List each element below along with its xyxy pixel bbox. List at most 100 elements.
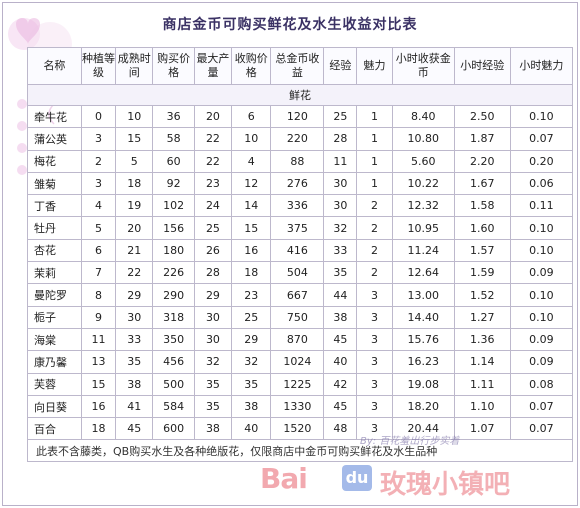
table-cell: 11 [323, 149, 358, 173]
table-cell: 504 [270, 261, 325, 285]
table-cell: 35 [193, 394, 233, 419]
table-cell: 0.07 [509, 127, 574, 151]
table-cell: 40 [231, 417, 272, 441]
section-row: 鲜花 [27, 84, 573, 106]
table-cell: 15 [80, 372, 117, 396]
table-cell: 12.32 [391, 194, 455, 218]
footnote: 此表不含藤类，QB购买水生及各种绝版花，仅限商店中金币可购买鲜花及水生品种 [27, 439, 573, 463]
table-cell: 0.09 [509, 327, 574, 352]
table-cell: 0.10 [509, 305, 574, 329]
table-cell: 11.24 [391, 238, 455, 263]
header-row: 名称 种植等级 成熟时间 购买价格 最大产量 收购价格 总金币收益 经验 魅力 小时收获金币 小时经… [27, 47, 574, 85]
table-cell: 45 [323, 394, 358, 419]
table-cell: 25 [193, 216, 233, 240]
table-cell: 35 [231, 372, 272, 396]
table-cell: 45 [115, 417, 154, 441]
table-cell: 156 [152, 216, 195, 240]
table-cell: 1 [356, 127, 393, 151]
table-cell: 1.57 [453, 238, 511, 263]
table-cell: 44 [323, 283, 358, 307]
table-row: 茉莉 7 22 226 28 18 504 35 2 12.64 1.59 0.09 [27, 261, 574, 285]
table-cell: 0.10 [509, 283, 574, 307]
table-cell: 35 [193, 372, 233, 396]
table-cell: 1.52 [453, 283, 511, 307]
table-cell: 5.60 [391, 149, 455, 173]
table-cell: 16 [80, 394, 117, 419]
table-cell: 1.59 [453, 261, 511, 285]
table-cell: 18 [115, 171, 154, 196]
table-cell: 20 [193, 104, 233, 129]
table-row: 牵牛花 0 10 36 20 6 120 25 1 8.40 2.50 0.10 [27, 104, 574, 129]
table-cell: 60 [152, 149, 195, 173]
table-cell: 30 [323, 171, 358, 196]
table-cell: 226 [152, 261, 195, 285]
table-cell: 29 [193, 283, 233, 307]
column-header: 经验 [323, 47, 358, 85]
table-cell: 1225 [270, 372, 325, 396]
table-cell: 3 [356, 350, 393, 374]
column-header: 名称 [27, 47, 82, 85]
table-cell: 290 [152, 283, 195, 307]
table-cell: 600 [152, 417, 195, 441]
table-row: 百合 18 45 600 38 40 1520 48 3 20.44 1.07 0.07 [27, 417, 574, 441]
table-cell: 500 [152, 372, 195, 396]
flower-name-cell: 栀子 [27, 305, 82, 329]
table-cell: 11 [80, 327, 117, 352]
table-cell: 5 [115, 149, 154, 173]
table-cell: 32 [231, 350, 272, 374]
table-cell: 6 [80, 238, 117, 263]
flower-name-cell: 茉莉 [27, 261, 82, 285]
table-cell: 10.80 [391, 127, 455, 151]
table-cell: 25 [323, 104, 358, 129]
table-cell: 22 [115, 261, 154, 285]
table-cell: 15 [231, 216, 272, 240]
footer-row: 此表不含藤类，QB购买水生及各种绝版花，仅限商店中金币可购买鲜花及水生品种 [27, 439, 573, 463]
flower-name-cell: 梅花 [27, 149, 82, 173]
table-cell: 41 [115, 394, 154, 419]
table-cell: 0.10 [509, 238, 574, 263]
table-cell: 2.50 [453, 104, 511, 129]
table-cell: 1.67 [453, 171, 511, 196]
table-cell: 30 [323, 194, 358, 218]
table-cell: 32 [323, 216, 358, 240]
table-cell: 180 [152, 238, 195, 263]
flower-name-cell: 向日葵 [27, 394, 82, 419]
flower-name-cell: 牡丹 [27, 216, 82, 240]
table-cell: 13.00 [391, 283, 455, 307]
table-cell: 32 [193, 350, 233, 374]
table-cell: 2 [356, 261, 393, 285]
table-row: 康乃馨 13 35 456 32 32 1024 40 3 16.23 1.14 0.09 [27, 350, 574, 374]
table-cell: 0.10 [509, 104, 574, 129]
table-cell: 5 [80, 216, 117, 240]
table-cell: 4 [231, 149, 272, 173]
table-cell: 10.22 [391, 171, 455, 196]
table-cell: 120 [270, 104, 325, 129]
section-label: 鲜花 [27, 84, 573, 106]
column-header: 收购价格 [231, 47, 272, 85]
table-cell: 1.07 [453, 417, 511, 441]
table-row: 雏菊 3 18 92 23 12 276 30 1 10.22 1.67 0.06 [27, 171, 574, 196]
table-cell: 1520 [270, 417, 325, 441]
table-cell: 30 [115, 305, 154, 329]
column-header: 小时经验 [453, 47, 511, 85]
table-cell: 35 [115, 350, 154, 374]
table-cell: 30 [193, 327, 233, 352]
table-cell: 38 [323, 305, 358, 329]
table-cell: 3 [356, 327, 393, 352]
flower-name-cell: 蒲公英 [27, 127, 82, 151]
table-cell: 25 [231, 305, 272, 329]
table-cell: 92 [152, 171, 195, 196]
table-cell: 2 [356, 216, 393, 240]
page-title: 商店金币可购买鲜花及水生收益对比表 [162, 17, 418, 33]
table-cell: 29 [231, 327, 272, 352]
table-cell: 375 [270, 216, 325, 240]
table-cell: 1.14 [453, 350, 511, 374]
column-header: 购买价格 [152, 47, 195, 85]
table-cell: 22 [193, 127, 233, 151]
table-cell: 28 [323, 127, 358, 151]
table-cell: 3 [356, 394, 393, 419]
table-cell: 0.10 [509, 216, 574, 240]
table-cell: 1024 [270, 350, 325, 374]
watermark-signature: By: 百花羞出行步实着 [360, 436, 460, 447]
table-cell: 667 [270, 283, 325, 307]
